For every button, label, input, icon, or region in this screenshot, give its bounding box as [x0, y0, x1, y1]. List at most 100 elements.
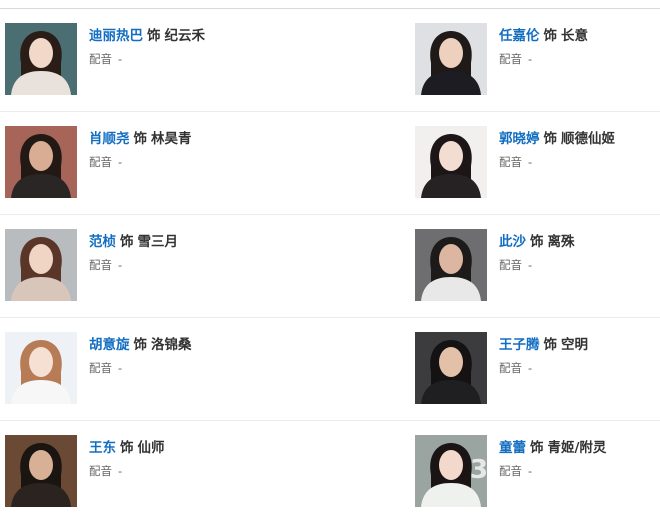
dub-value: - — [118, 464, 123, 478]
name-line: 肖顺尧饰林昊青 — [89, 129, 192, 149]
role-name: 仙师 — [137, 440, 165, 456]
actor-photo[interactable] — [5, 23, 77, 95]
cast-row: 范桢饰雪三月 配音 - 此沙饰离殊 配音 - — [0, 215, 660, 318]
role-separator: 饰 — [147, 28, 161, 44]
dub-value: - — [118, 155, 123, 169]
actor-portrait-image — [5, 229, 77, 301]
role-name: 洛锦桑 — [151, 337, 192, 353]
actor-photo[interactable] — [5, 229, 77, 301]
actor-name-link[interactable]: 范桢 — [89, 234, 116, 250]
actor-name-link[interactable]: 王子腾 — [499, 337, 540, 353]
actor-photo[interactable] — [5, 126, 77, 198]
role-name: 空明 — [561, 337, 588, 353]
name-line: 郭晓婷饰顺德仙姬 — [499, 129, 615, 149]
actor-portrait-image — [415, 23, 487, 95]
actor-name-link[interactable]: 郭晓婷 — [499, 131, 540, 147]
dub-value: - — [528, 258, 533, 272]
name-line: 范桢饰雪三月 — [89, 232, 178, 252]
dub-line: 配音 - — [89, 257, 178, 273]
dub-value: - — [528, 464, 533, 478]
cast-card: 迪丽热巴饰纪云禾 配音 - — [5, 23, 245, 97]
actor-name-link[interactable]: 童蕾 — [499, 440, 526, 456]
cast-card: 童蕾饰青姬/附灵 配音 - — [415, 435, 655, 509]
dub-line: 配音 - — [89, 360, 192, 376]
role-separator: 饰 — [133, 337, 148, 353]
dub-value: - — [528, 361, 533, 375]
name-line: 迪丽热巴饰纪云禾 — [89, 26, 205, 46]
role-name: 离殊 — [547, 234, 575, 250]
dub-value: - — [528, 155, 533, 169]
cast-row: 肖顺尧饰林昊青 配音 - 郭晓婷饰顺德仙姬 配音 - — [0, 112, 660, 215]
cast-info: 王子腾饰空明 配音 - — [499, 335, 588, 376]
dub-line: 配音 - — [499, 51, 588, 67]
dub-line: 配音 - — [499, 154, 615, 170]
cast-info: 此沙饰离殊 配音 - — [499, 232, 575, 273]
cast-info: 王东饰仙师 配音 - — [89, 438, 165, 479]
role-separator: 饰 — [543, 337, 558, 353]
dub-label: 配音 — [89, 52, 112, 66]
dub-value: - — [528, 52, 533, 66]
actor-portrait-image — [5, 126, 77, 198]
role-separator: 饰 — [543, 28, 558, 44]
cast-card: 任嘉伦饰长意 配音 - — [415, 23, 655, 97]
actor-portrait-image — [5, 332, 77, 404]
actor-photo[interactable] — [415, 332, 487, 404]
actor-photo[interactable] — [5, 435, 77, 507]
name-line: 此沙饰离殊 — [499, 232, 575, 252]
actor-portrait-image — [415, 332, 487, 404]
dub-label: 配音 — [89, 155, 112, 169]
name-line: 胡意旋饰洛锦桑 — [89, 335, 192, 355]
actor-name-link[interactable]: 胡意旋 — [89, 337, 130, 353]
actor-name-link[interactable]: 任嘉伦 — [499, 28, 540, 44]
role-name: 青姬/附灵 — [547, 440, 607, 456]
cast-info: 迪丽热巴饰纪云禾 配音 - — [89, 26, 205, 67]
dub-label: 配音 — [499, 258, 522, 272]
role-separator: 饰 — [120, 440, 134, 456]
cast-info: 任嘉伦饰长意 配音 - — [499, 26, 588, 67]
actor-portrait-image — [5, 23, 77, 95]
role-name: 顺德仙姬 — [561, 131, 615, 147]
dub-line: 配音 - — [499, 257, 575, 273]
dub-value: - — [118, 361, 123, 375]
cast-row: 胡意旋饰洛锦桑 配音 - 王子腾饰空明 配音 - — [0, 318, 660, 421]
dub-value: - — [118, 52, 123, 66]
cast-info: 童蕾饰青姬/附灵 配音 - — [499, 438, 606, 479]
actor-photo[interactable] — [415, 23, 487, 95]
dub-label: 配音 — [499, 52, 522, 66]
dub-label: 配音 — [499, 361, 522, 375]
actor-photo[interactable] — [415, 229, 487, 301]
cast-info: 肖顺尧饰林昊青 配音 - — [89, 129, 192, 170]
dub-label: 配音 — [499, 464, 522, 478]
actor-name-link[interactable]: 迪丽热巴 — [89, 28, 143, 44]
role-name: 林昊青 — [151, 131, 192, 147]
cast-row: 迪丽热巴饰纪云禾 配音 - 任嘉伦饰长意 配音 - — [0, 9, 660, 112]
dub-line: 配音 - — [89, 51, 205, 67]
watermark: 3 — [470, 455, 489, 485]
cast-list: 迪丽热巴饰纪云禾 配音 - 任嘉伦饰长意 配音 - 肖顺尧 饰 林昊青 配音 -… — [0, 9, 660, 524]
cast-info: 胡意旋饰洛锦桑 配音 - — [89, 335, 192, 376]
cast-row: 王东饰仙师 配音 - 童蕾饰青姬/附灵 配音 - — [0, 421, 660, 524]
dub-label: 配音 — [89, 361, 112, 375]
cast-card: 肖顺尧饰林昊青 配音 - — [5, 126, 245, 200]
actor-name-link[interactable]: 肖顺尧 — [89, 131, 130, 147]
actor-photo[interactable] — [5, 332, 77, 404]
dub-line: 配音 - — [89, 154, 192, 170]
dub-line: 配音 - — [89, 463, 165, 479]
dub-line: 配音 - — [499, 360, 588, 376]
cast-card: 王东饰仙师 配音 - — [5, 435, 245, 509]
actor-portrait-image — [415, 229, 487, 301]
actor-name-link[interactable]: 王东 — [89, 440, 116, 456]
actor-photo[interactable] — [415, 126, 487, 198]
cast-card: 胡意旋饰洛锦桑 配音 - — [5, 332, 245, 406]
role-name: 纪云禾 — [164, 28, 206, 44]
role-separator: 饰 — [530, 234, 544, 250]
name-line: 王子腾饰空明 — [499, 335, 588, 355]
cast-info: 郭晓婷饰顺德仙姬 配音 - — [499, 129, 615, 170]
role-name: 长意 — [561, 28, 588, 44]
actor-name-link[interactable]: 此沙 — [499, 234, 526, 250]
name-line: 任嘉伦饰长意 — [499, 26, 588, 46]
actor-portrait-image — [415, 126, 487, 198]
cast-card: 王子腾饰空明 配音 - — [415, 332, 655, 406]
dub-label: 配音 — [499, 155, 522, 169]
name-line: 童蕾饰青姬/附灵 — [499, 438, 606, 458]
